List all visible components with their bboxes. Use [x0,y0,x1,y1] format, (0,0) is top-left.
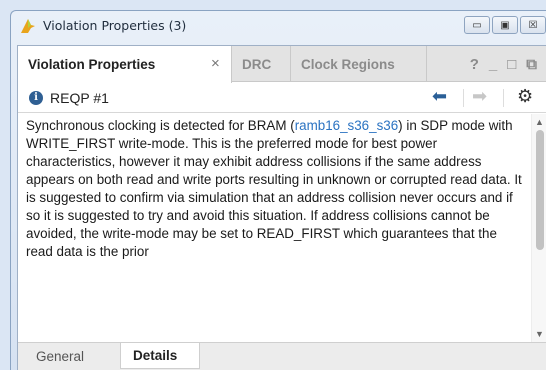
tab-violation-properties[interactable]: Violation Properties × [18,46,232,83]
tab-divider [290,46,291,82]
tab-clock-regions[interactable]: Clock Regions [301,46,395,82]
gear-icon[interactable]: ⚙ [517,86,533,107]
window-controls: ▭ ▣ ☒ [464,16,546,34]
title-bar[interactable]: Violation Properties (3) ▭ ▣ ☒ [11,11,546,41]
info-icon: i [29,91,43,105]
window-minimize-button[interactable]: ▭ [464,16,490,34]
vertical-scrollbar[interactable]: ▲ ▼ [531,114,546,342]
tab-label: Violation Properties [28,57,156,72]
tab-label: Clock Regions [301,56,395,72]
tab-general[interactable]: General [36,343,84,369]
vivado-app-icon [21,19,35,33]
tab-label: DRC [242,56,272,72]
back-arrow-icon[interactable]: ⬅ [432,86,447,107]
violation-properties-window: Violation Properties (3) ▭ ▣ ☒ Violation… [10,10,546,370]
description-text: Synchronous clocking is detected for BRA… [26,118,295,133]
scroll-down-icon[interactable]: ▼ [535,329,544,339]
scroll-thumb[interactable] [536,130,544,250]
maximize-icon[interactable]: □ [507,56,516,73]
float-icon[interactable]: ⧉ [526,56,537,73]
violation-toolbar: i REQP #1 ⬅ ➡ ⚙ [18,83,546,113]
toolbar-divider [463,89,464,107]
bottom-tab-bar: General Details [18,342,546,370]
toolbar-divider [503,89,504,107]
bram-cell-link[interactable]: ramb16_s36_s36 [295,118,398,133]
tab-bar: Violation Properties × DRC Clock Regions… [18,46,546,83]
description-text: ) in SDP mode with WRITE_FIRST write-mod… [26,118,522,259]
window-close-button[interactable]: ☒ [520,16,546,34]
tab-close-icon[interactable]: × [211,55,220,72]
forward-arrow-icon[interactable]: ➡ [472,86,487,107]
window-title: Violation Properties (3) [43,18,187,33]
minimize-icon[interactable]: _ [489,56,497,73]
tab-tools: ? _ □ ⧉ [470,46,546,82]
violation-id: REQP #1 [50,90,109,106]
window-restore-button[interactable]: ▣ [492,16,518,34]
help-icon[interactable]: ? [470,56,479,73]
tab-drc[interactable]: DRC [242,46,271,82]
scroll-up-icon[interactable]: ▲ [535,117,544,127]
tab-divider [426,46,427,82]
properties-panel: Violation Properties × DRC Clock Regions… [17,45,546,370]
violation-description: Synchronous clocking is detected for BRA… [18,114,532,342]
tab-details[interactable]: Details [120,343,200,369]
